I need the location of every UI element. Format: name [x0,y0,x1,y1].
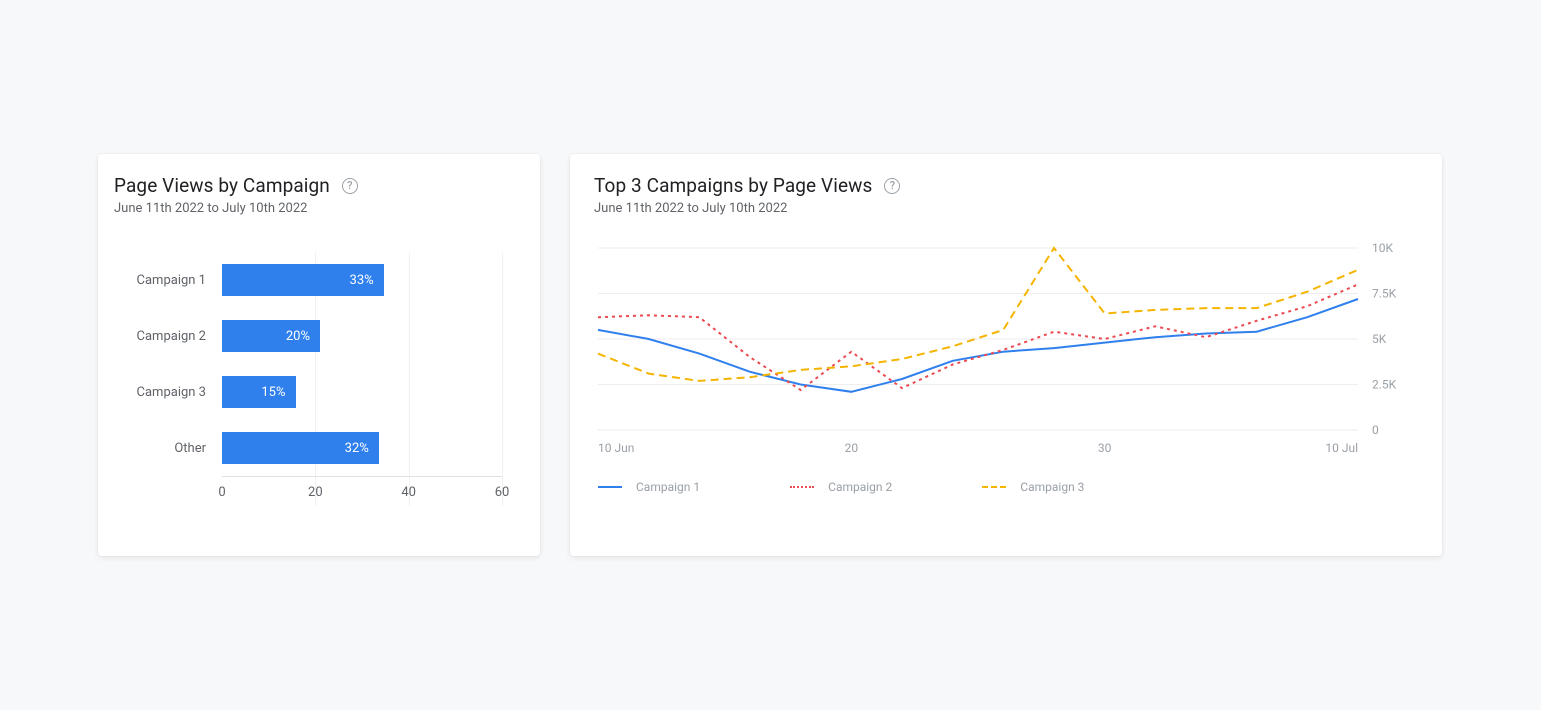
bar-x-axis: 0204060 [222,476,502,502]
legend-label: Campaign 2 [828,480,892,494]
card-top-3-campaigns: Top 3 Campaigns by Page Views ? June 11t… [570,154,1442,556]
x-tick-label: 10 Jul [1325,441,1358,455]
card-title-row: Page Views by Campaign ? [114,174,516,197]
legend-label: Campaign 1 [636,480,700,494]
bar-value-label: 20% [286,329,310,344]
legend-swatch [598,486,622,488]
card-subtitle: June 11th 2022 to July 10th 2022 [114,201,516,216]
card-title: Page Views by Campaign [114,174,330,197]
legend-item: Campaign 2 [790,480,892,494]
x-tick-label: 10 Jun [598,441,634,455]
x-tick-label: 30 [1098,441,1112,455]
bar-fill: 15% [222,376,296,408]
y-tick-label: 2.5K [1372,378,1397,392]
help-icon[interactable]: ? [342,178,358,194]
line-series [598,248,1358,381]
line-series [598,284,1358,390]
legend-item: Campaign 3 [982,480,1084,494]
bar-x-tick: 20 [308,485,323,500]
bar-fill: 33% [222,264,384,296]
bar-category-label: Campaign 3 [114,385,222,400]
bar-category-label: Other [114,441,222,456]
bar-x-tick: 60 [495,485,510,500]
line-chart-svg: 0 2.5K 5K 7.5K 10K 10 Jun 20 30 10 Jul [594,240,1414,460]
card-title-row: Top 3 Campaigns by Page Views ? [594,174,1414,197]
y-tick-label: 10K [1372,241,1393,255]
y-tick-label: 7.5K [1372,287,1397,301]
bar-x-tick: 40 [401,485,416,500]
card-subtitle: June 11th 2022 to July 10th 2022 [594,201,1414,216]
bar-value-label: 15% [261,385,285,400]
legend: Campaign 1 Campaign 2 Campaign 3 [594,480,1414,494]
bar-category-label: Campaign 2 [114,329,222,344]
y-tick-label: 5K [1372,332,1387,346]
help-icon[interactable]: ? [884,178,900,194]
bar-x-tick: 0 [218,485,225,500]
bar-fill: 32% [222,432,379,464]
line-series [598,299,1358,392]
bar-chart: Campaign 1 33% Campaign 2 20% Campaign 3 15% O… [114,252,516,532]
bar-fill: 20% [222,320,320,352]
bar-value-label: 33% [350,273,374,288]
legend-swatch [982,486,1006,488]
bar-value-label: 32% [345,441,369,456]
bar-category-label: Campaign 1 [114,273,222,288]
legend-swatch [790,486,814,488]
y-tick-label: 0 [1372,423,1379,437]
card-page-views-by-campaign: Page Views by Campaign ? June 11th 2022 … [98,154,540,556]
legend-item: Campaign 1 [598,480,700,494]
legend-label: Campaign 3 [1020,480,1084,494]
card-title: Top 3 Campaigns by Page Views [594,174,872,197]
line-chart: 0 2.5K 5K 7.5K 10K 10 Jun 20 30 10 Jul [594,240,1414,464]
x-tick-label: 20 [845,441,859,455]
